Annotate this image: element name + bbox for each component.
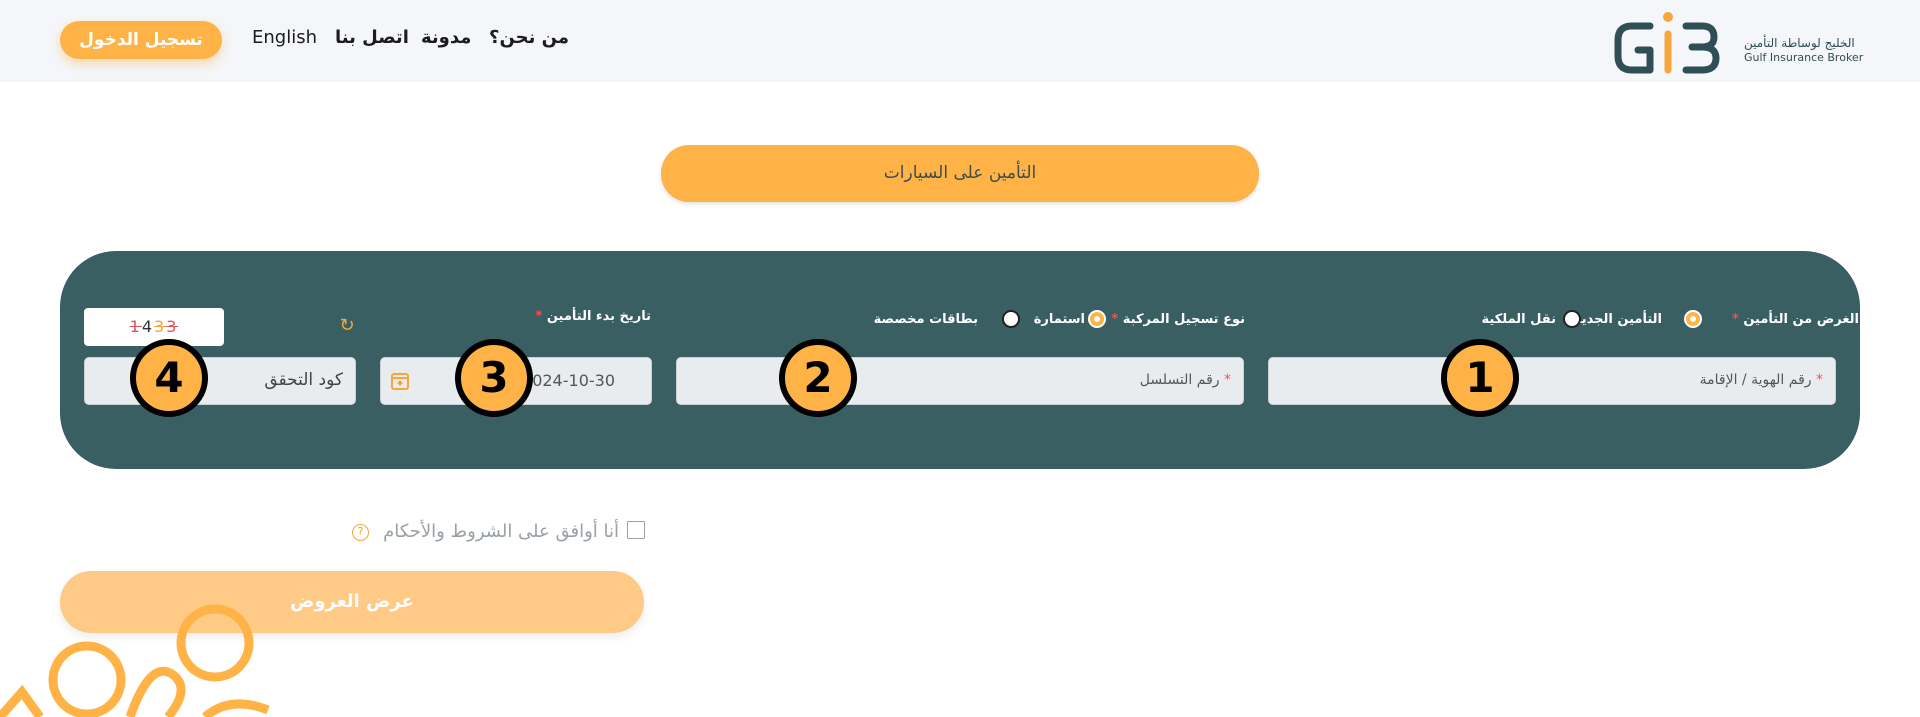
registration-form-radio[interactable] — [1088, 310, 1106, 328]
id-number-input[interactable]: * رقم الهوية / الإقامة — [1268, 357, 1836, 405]
captcha-image: 1433 — [84, 308, 224, 346]
terms-row: أنا أوافق على الشروط والأحكام — [350, 521, 645, 545]
purpose-transfer-radio[interactable] — [1563, 310, 1581, 328]
serial-number-input[interactable]: * رقم التسلسل — [676, 357, 1244, 405]
calendar-icon[interactable] — [391, 373, 409, 390]
purpose-new-radio[interactable] — [1684, 310, 1702, 328]
logo-name-en: Gulf Insurance Broker — [1744, 51, 1864, 64]
step-badge-1: 1 — [1441, 339, 1519, 417]
purpose-label: الغرض من التأمين * — [1732, 312, 1859, 327]
registration-type-label: نوع تسجيل المركبة * — [1111, 312, 1245, 327]
terms-checkbox[interactable] — [627, 521, 645, 539]
car-insurance-banner: التأمين على السيارات — [661, 145, 1259, 202]
nav-english[interactable]: English — [252, 27, 317, 48]
nav-blog[interactable]: مدونة — [421, 27, 471, 48]
purpose-transfer-label[interactable]: نقل الملكية — [1482, 312, 1556, 327]
registration-custom-label[interactable]: بطاقات مخصصة — [874, 312, 978, 327]
step-badge-4: 4 — [130, 339, 208, 417]
nav-contact[interactable]: اتصل بنا — [335, 27, 409, 48]
refresh-captcha-icon[interactable]: ↻ — [337, 316, 357, 336]
terms-help-icon[interactable]: ? — [352, 524, 369, 541]
registration-custom-radio[interactable] — [1002, 310, 1020, 328]
purpose-new-label[interactable]: التأمين الجديد — [1574, 312, 1662, 327]
login-button[interactable]: تسجيل الدخول — [60, 21, 222, 59]
top-header: تسجيل الدخول English اتصل بنا مدونة من ن… — [0, 0, 1920, 82]
decorative-shapes — [0, 604, 270, 717]
start-date-value: 2024-10-30 — [522, 371, 615, 390]
registration-form-label[interactable]: استمارة — [1034, 312, 1085, 327]
step-badge-3: 3 — [455, 339, 533, 417]
terms-label[interactable]: أنا أوافق على الشروط والأحكام — [383, 521, 619, 542]
start-date-label: تاريخ بدء التأمين * — [535, 309, 651, 324]
nav-about[interactable]: من نحن؟ — [489, 27, 569, 48]
logo-name-ar: الخليج لوساطة التأمين — [1744, 36, 1855, 50]
step-badge-2: 2 — [779, 339, 857, 417]
verification-code-input[interactable]: كود التحقق — [84, 357, 356, 405]
